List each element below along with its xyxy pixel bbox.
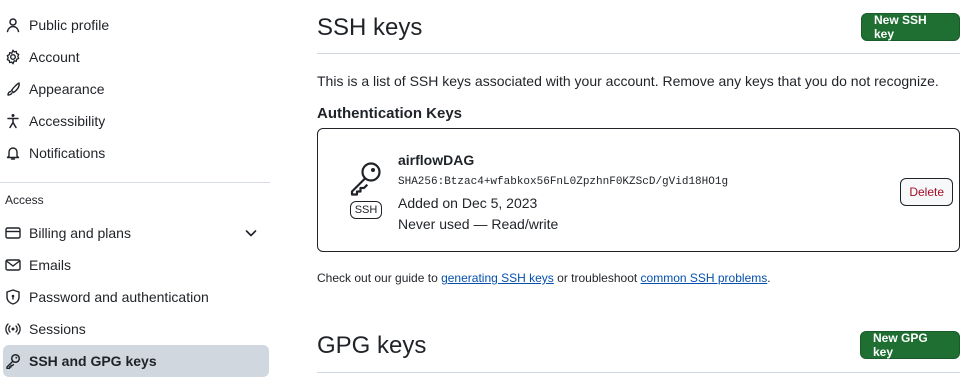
sidebar-item-billing[interactable]: Billing and plans — [3, 217, 269, 249]
new-ssh-key-button[interactable]: New SSH key — [861, 13, 960, 41]
sidebar-item-password[interactable]: Password and authentication — [3, 281, 269, 313]
sidebar-item-label: Sessions — [29, 321, 86, 337]
sidebar-item-label: SSH and GPG keys — [29, 353, 157, 369]
sidebar-item-label: Public profile — [29, 17, 110, 33]
guide-suffix: . — [767, 271, 771, 285]
accessibility-icon — [5, 113, 21, 129]
gear-icon — [5, 49, 21, 65]
key-icon — [350, 162, 381, 196]
generating-ssh-keys-link[interactable]: generating SSH keys — [441, 271, 554, 285]
mail-icon — [5, 257, 21, 273]
sidebar-item-sessions[interactable]: Sessions — [3, 313, 269, 345]
ssh-badge: SSH — [350, 201, 382, 219]
authentication-keys-heading: Authentication Keys — [317, 105, 463, 122]
key-fingerprint: SHA256:Btzac4+wfabkox56FnL0ZpzhnF0KZScD/… — [398, 176, 729, 188]
ssh-description: This is a list of SSH keys associated wi… — [317, 73, 939, 89]
sidebar-item-accessibility[interactable]: Accessibility — [3, 105, 269, 137]
key-icon — [5, 353, 21, 369]
chevron-down-icon[interactable] — [243, 225, 259, 241]
sidebar-item-notifications[interactable]: Notifications — [3, 137, 269, 169]
sidebar-item-label: Account — [29, 49, 80, 65]
section-label-access: Access — [5, 193, 44, 207]
key-added-date: Added on Dec 5, 2023 — [398, 195, 538, 211]
ssh-keys-title: SSH keys — [317, 14, 423, 41]
common-ssh-problems-link[interactable]: common SSH problems — [641, 271, 768, 285]
shield-lock-icon — [5, 289, 21, 305]
key-name: airflowDAG — [398, 152, 475, 168]
main-content: SSH keys New SSH key This is a list of S… — [317, 0, 963, 388]
paintbrush-icon — [5, 81, 21, 97]
sidebar-item-emails[interactable]: Emails — [3, 249, 269, 281]
settings-sidebar: Public profile Account Appearance Access… — [0, 0, 272, 388]
person-icon — [5, 17, 21, 33]
ssh-guide-text: Check out our guide to generating SSH ke… — [317, 271, 771, 285]
credit-card-icon — [5, 225, 21, 241]
guide-middle: or troubleshoot — [553, 271, 641, 285]
new-gpg-key-button[interactable]: New GPG key — [860, 331, 960, 359]
key-usage: Never used — Read/write — [398, 216, 559, 232]
sidebar-item-label: Billing and plans — [29, 225, 131, 241]
broadcast-icon — [5, 321, 21, 337]
sidebar-divider — [0, 182, 270, 183]
sidebar-item-appearance[interactable]: Appearance — [3, 73, 269, 105]
sidebar-item-account[interactable]: Account — [3, 41, 269, 73]
sidebar-item-ssh-gpg-keys[interactable]: SSH and GPG keys — [3, 345, 269, 377]
bell-icon — [5, 145, 21, 161]
sidebar-item-label: Password and authentication — [29, 289, 209, 305]
sidebar-item-label: Emails — [29, 257, 72, 273]
sidebar-item-public-profile[interactable]: Public profile — [3, 9, 269, 41]
title-divider — [317, 53, 960, 54]
sidebar-item-label: Accessibility — [29, 113, 106, 129]
ssh-key-card: SSH airflowDAG SHA256:Btzac4+wfabkox56Fn… — [317, 128, 960, 252]
sidebar-item-label: Appearance — [29, 81, 105, 97]
sidebar-item-label: Notifications — [29, 145, 106, 161]
guide-prefix: Check out our guide to — [317, 271, 442, 285]
gpg-keys-title: GPG keys — [317, 332, 427, 359]
gpg-title-divider — [317, 372, 960, 373]
delete-key-button[interactable]: Delete — [900, 178, 953, 206]
